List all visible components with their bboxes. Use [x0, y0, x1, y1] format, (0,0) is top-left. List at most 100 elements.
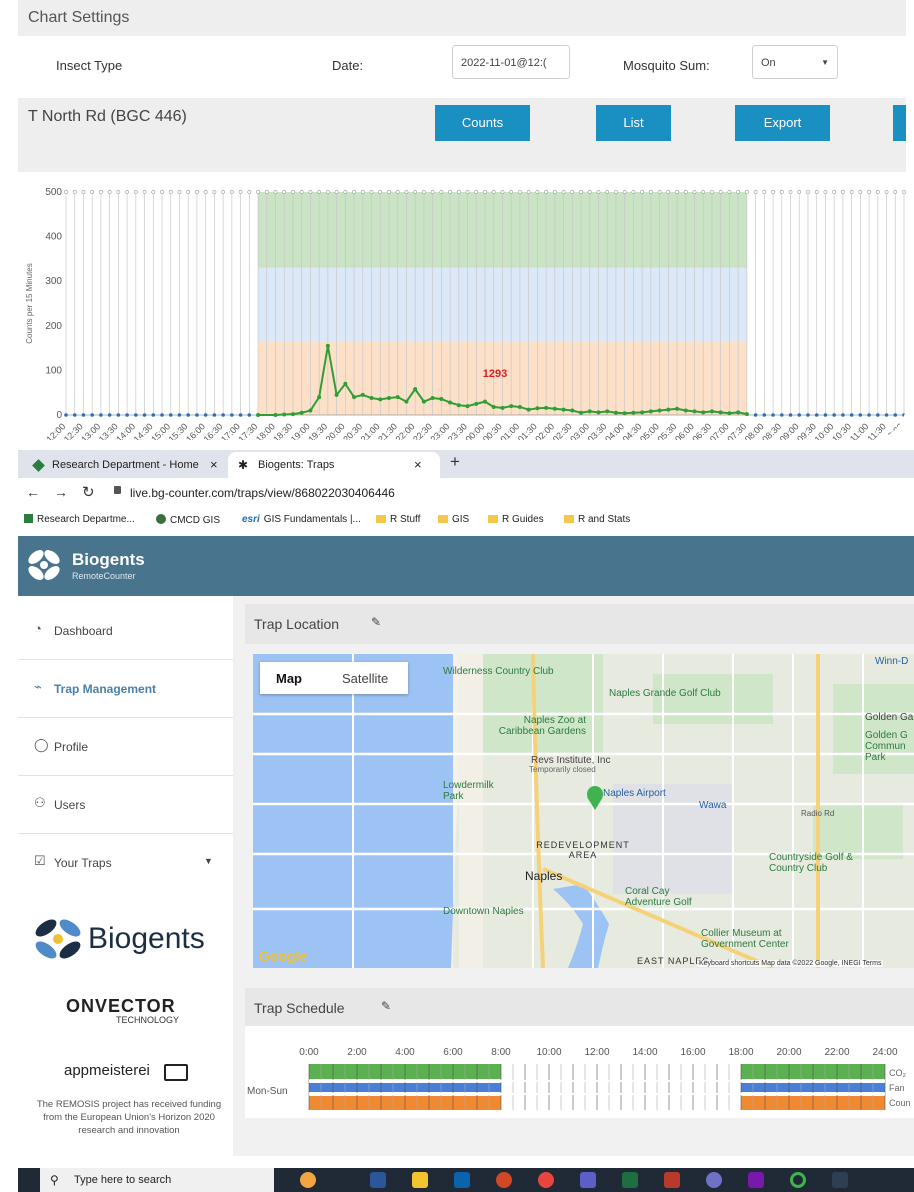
data-point — [561, 407, 566, 412]
circle-app-icon[interactable] — [790, 1172, 806, 1188]
sidebar-item-profile[interactable]: ◯ Profile — [18, 718, 233, 776]
baseline-point — [230, 413, 234, 417]
map-label: Countryside Golf & Country Club — [769, 852, 853, 874]
chart-settings-title: Chart Settings — [18, 0, 906, 36]
sidebar: ◔ Dashboard ⌁ Trap Management ◯ Profile … — [18, 596, 233, 1156]
top-marker — [701, 190, 706, 194]
search-placeholder: Type here to search — [74, 1174, 172, 1186]
counts-button[interactable]: Counts — [435, 105, 530, 141]
hour-label: 10:00 — [536, 1047, 561, 1058]
top-marker — [771, 190, 775, 194]
browser-tab-bar: Research Department - Home × ✱ Biogents:… — [18, 450, 914, 478]
sidebar-item-trap-management[interactable]: ⌁ Trap Management — [18, 660, 233, 718]
list-button[interactable]: List — [596, 105, 671, 141]
sidebar-item-dashboard[interactable]: ◔ Dashboard — [18, 602, 233, 660]
settings-row: Insect Type Date: 2022-11-01@12:( Mosqui… — [18, 36, 906, 98]
data-point — [421, 399, 426, 404]
map-footer[interactable]: Keyboard shortcuts Map data ©2022 Google… — [697, 960, 884, 967]
teams-icon[interactable] — [580, 1172, 596, 1188]
bookmark-research[interactable]: Research Departme... — [24, 514, 135, 525]
bookmark-cmcd-gis[interactable]: CMCD GIS — [156, 514, 220, 526]
biogents-favicon-icon: ✱ — [238, 458, 249, 472]
app-icon[interactable] — [664, 1172, 680, 1188]
top-marker — [806, 190, 810, 194]
top-marker — [840, 190, 845, 194]
bookmark-r-guides[interactable]: R Guides — [488, 514, 544, 525]
top-marker — [72, 190, 77, 194]
edit-pencil-icon[interactable]: ✎ — [371, 615, 381, 629]
tab-research-home[interactable]: Research Department - Home × — [18, 452, 224, 478]
taskbar-search[interactable]: ⚲ Type here to search — [40, 1168, 274, 1192]
tab-biogents-traps[interactable]: ✱ Biogents: Traps × — [228, 452, 440, 478]
word-icon[interactable] — [370, 1172, 386, 1188]
top-marker — [526, 190, 531, 194]
baseline-point — [753, 413, 758, 417]
r-icon[interactable] — [706, 1172, 722, 1188]
baseline-point — [771, 413, 775, 417]
sidebar-item-users[interactable]: ⚇ Users — [18, 776, 233, 834]
appmeisterei-mark-icon — [164, 1064, 188, 1081]
top-marker — [404, 190, 409, 194]
address-bar-row: ← → ↻ live.bg-counter.com/traps/view/868… — [18, 478, 914, 508]
close-icon[interactable]: × — [210, 452, 218, 478]
schedule-legend: Coun — [889, 1098, 911, 1108]
close-icon[interactable]: × — [414, 452, 422, 478]
top-marker — [352, 190, 356, 194]
data-point — [579, 410, 584, 415]
map-label: Collier Museum at Government Center — [701, 928, 789, 950]
terminal-icon[interactable] — [832, 1172, 848, 1188]
data-point — [317, 395, 322, 400]
chrome-icon[interactable] — [538, 1172, 554, 1188]
data-point — [544, 405, 549, 410]
bookmark-gis[interactable]: GIS — [438, 514, 469, 525]
satellite-tab[interactable]: Satellite — [342, 671, 388, 686]
file-explorer-icon[interactable] — [412, 1172, 428, 1188]
bookmark-r-stuff[interactable]: R Stuff — [376, 514, 420, 525]
export-button[interactable]: Export — [735, 105, 830, 141]
top-marker — [779, 190, 784, 194]
data-point — [439, 396, 444, 401]
hour-label: 2:00 — [347, 1047, 367, 1058]
top-marker — [849, 190, 854, 194]
divider — [18, 164, 906, 172]
data-point — [386, 396, 391, 401]
data-point — [360, 392, 365, 397]
top-marker — [212, 190, 217, 194]
bookmark-r-and-stats[interactable]: R and Stats — [564, 514, 630, 525]
new-tab-button[interactable]: + — [450, 452, 460, 472]
sidebar-item-your-traps[interactable]: ☑ Your Traps ▼ — [18, 834, 233, 891]
data-point — [552, 406, 557, 411]
baseline-point — [64, 413, 68, 417]
funding-text: The REMOSIS project has received funding… — [36, 1099, 222, 1136]
baseline-point — [142, 413, 147, 417]
chevron-down-icon[interactable]: ▼ — [204, 856, 213, 866]
weather-icon[interactable] — [300, 1172, 316, 1188]
edit-pencil-icon[interactable]: ✎ — [381, 999, 391, 1013]
url-field[interactable]: live.bg-counter.com/traps/view/868022030… — [130, 486, 395, 500]
onvector-wordmark: ONVECTOR — [66, 996, 176, 1016]
top-marker — [683, 190, 688, 194]
date-input[interactable]: 2022-11-01@12:( — [452, 45, 570, 79]
mosquito-sum-select[interactable]: On ▼ — [752, 45, 838, 79]
trap-schedule-header: Trap Schedule ✎ — [245, 988, 914, 1028]
outlook-icon[interactable] — [454, 1172, 470, 1188]
map-tab[interactable]: Map — [276, 671, 302, 686]
onenote-icon[interactable] — [748, 1172, 764, 1188]
excel-icon[interactable] — [622, 1172, 638, 1188]
baseline-point — [195, 413, 199, 417]
map-label: Radio Rd — [801, 809, 835, 818]
sidebar-item-label: Profile — [54, 740, 89, 754]
data-point — [744, 412, 749, 417]
top-marker — [430, 190, 435, 194]
powerpoint-icon[interactable] — [496, 1172, 512, 1188]
forward-icon[interactable]: → — [54, 484, 68, 500]
bookmark-gis-fundamentals[interactable]: esri GIS Fundamentals |... — [242, 514, 361, 525]
top-marker — [509, 190, 514, 194]
extra-button[interactable] — [893, 105, 906, 141]
back-icon[interactable]: ← — [26, 484, 40, 500]
reload-icon[interactable]: ↻ — [82, 483, 95, 501]
x-tick-label: 12:00 — [882, 421, 905, 440]
trap-map[interactable]: Map Satellite Wilderness Country Club Na… — [253, 654, 914, 968]
top-marker — [640, 190, 645, 194]
insect-type-label[interactable]: Insect Type — [56, 58, 122, 73]
